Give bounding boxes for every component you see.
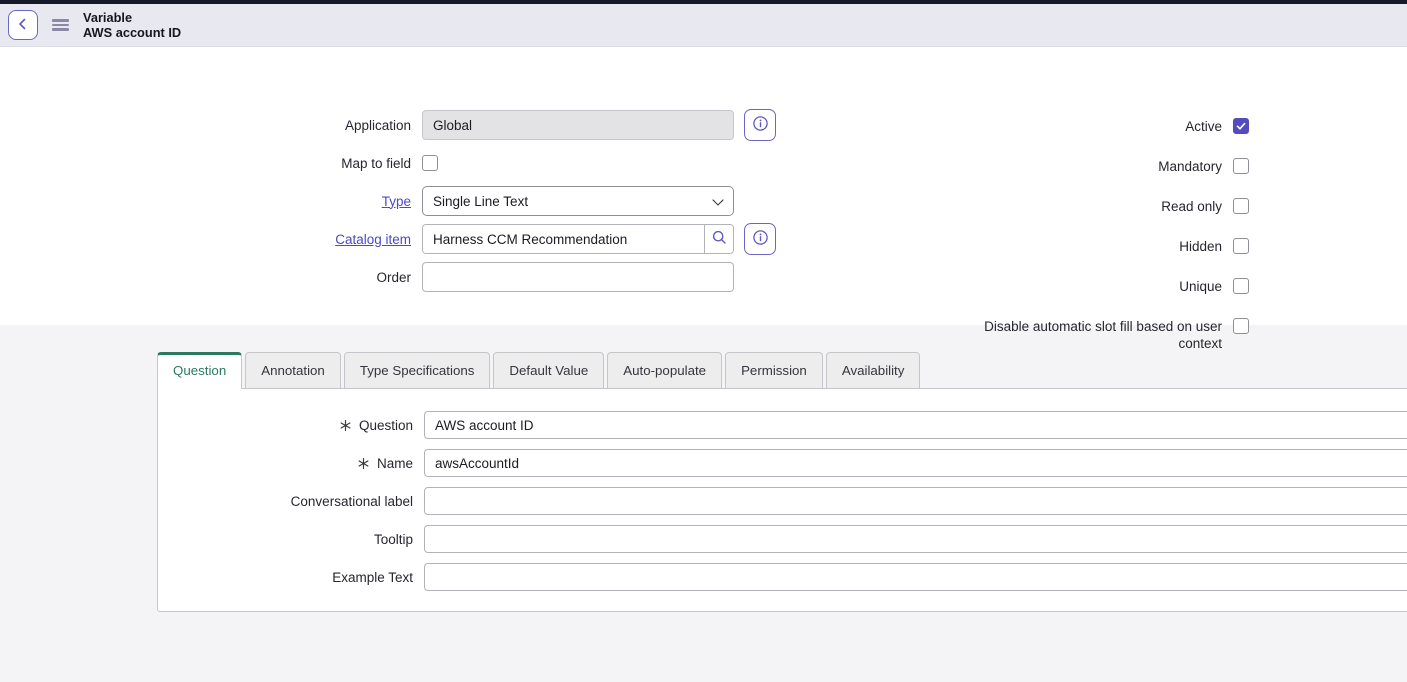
header-bar: Variable AWS account ID: [0, 4, 1407, 47]
application-info-button[interactable]: [744, 109, 776, 141]
mandatory-label: Mandatory: [1158, 158, 1233, 175]
question-input[interactable]: [424, 411, 1407, 439]
unique-label: Unique: [1179, 278, 1233, 295]
active-label: Active: [1185, 118, 1233, 135]
read-only-checkbox[interactable]: [1233, 198, 1249, 214]
tooltip-row: Tooltip: [158, 520, 1407, 558]
map-to-field-row: Map to field: [0, 144, 800, 182]
info-circle-icon: [752, 115, 769, 135]
mandatory-asterisk-icon: [338, 418, 353, 433]
mandatory-checkbox[interactable]: [1233, 158, 1249, 174]
question-tab-panel: Question Name Conversational label: [157, 388, 1407, 612]
type-row: Type Single Line Text: [0, 182, 800, 220]
read-only-row: Read only: [889, 186, 1249, 226]
chevron-left-icon: [14, 15, 32, 36]
order-input[interactable]: [422, 262, 734, 292]
active-checkbox[interactable]: [1233, 118, 1249, 134]
mandatory-asterisk-icon: [356, 456, 371, 471]
name-label: Name: [377, 456, 413, 471]
page-title: Variable AWS account ID: [83, 10, 181, 41]
catalog-item-lookup-button[interactable]: [704, 225, 733, 253]
hidden-checkbox[interactable]: [1233, 238, 1249, 254]
tooltip-input[interactable]: [424, 525, 1407, 553]
unique-row: Unique: [889, 266, 1249, 306]
application-label: Application: [0, 118, 422, 133]
conversational-label-input[interactable]: [424, 487, 1407, 515]
name-input[interactable]: [424, 449, 1407, 477]
form-left-column: Application Map to field: [0, 106, 800, 296]
checkmark-icon: [1235, 120, 1247, 132]
type-select-wrap: Single Line Text: [422, 186, 734, 216]
read-only-label: Read only: [1161, 198, 1233, 215]
catalog-item-row: Catalog item: [0, 220, 800, 258]
type-label-link[interactable]: Type: [382, 194, 411, 209]
application-row: Application: [0, 106, 800, 144]
catalog-item-input[interactable]: [423, 225, 704, 253]
example-text-row: Example Text: [158, 558, 1407, 596]
catalog-item-info-button[interactable]: [744, 223, 776, 255]
conversational-label-label: Conversational label: [291, 494, 413, 509]
hidden-label: Hidden: [1179, 238, 1233, 255]
form-section: Application Map to field: [0, 47, 1407, 325]
tooltip-label: Tooltip: [374, 532, 413, 547]
tab-default-value[interactable]: Default Value: [493, 352, 604, 388]
question-label: Question: [359, 418, 413, 433]
magnifier-icon: [711, 229, 728, 249]
example-text-input[interactable]: [424, 563, 1407, 591]
tab-availability[interactable]: Availability: [826, 352, 921, 388]
tab-permission[interactable]: Permission: [725, 352, 823, 388]
order-label: Order: [0, 270, 422, 285]
type-select[interactable]: Single Line Text: [422, 186, 734, 216]
hamburger-icon[interactable]: [52, 17, 69, 34]
record-name-title: AWS account ID: [83, 25, 181, 41]
catalog-item-label-link[interactable]: Catalog item: [335, 232, 411, 247]
conversational-label-row: Conversational label: [158, 482, 1407, 520]
map-to-field-checkbox[interactable]: [422, 155, 438, 171]
application-input[interactable]: [422, 110, 734, 140]
tab-type-specifications[interactable]: Type Specifications: [344, 352, 491, 388]
order-row: Order: [0, 258, 800, 296]
tab-auto-populate[interactable]: Auto-populate: [607, 352, 722, 388]
hidden-row: Hidden: [889, 226, 1249, 266]
unique-checkbox[interactable]: [1233, 278, 1249, 294]
tab-annotation[interactable]: Annotation: [245, 352, 341, 388]
map-to-field-label: Map to field: [0, 156, 422, 171]
catalog-item-reference-field: [422, 224, 734, 254]
record-type-title: Variable: [83, 10, 181, 26]
tab-bar: Question Annotation Type Specifications …: [0, 325, 1407, 388]
info-circle-icon: [752, 229, 769, 249]
back-button[interactable]: [8, 10, 38, 40]
tab-section: Question Annotation Type Specifications …: [0, 325, 1407, 682]
example-text-label: Example Text: [332, 570, 413, 585]
mandatory-row: Mandatory: [889, 146, 1249, 186]
tab-question[interactable]: Question: [157, 352, 242, 389]
name-row: Name: [158, 444, 1407, 482]
question-row: Question: [158, 406, 1407, 444]
active-row: Active: [889, 106, 1249, 146]
form-right-column: Active Mandatory Read only: [889, 106, 1249, 352]
